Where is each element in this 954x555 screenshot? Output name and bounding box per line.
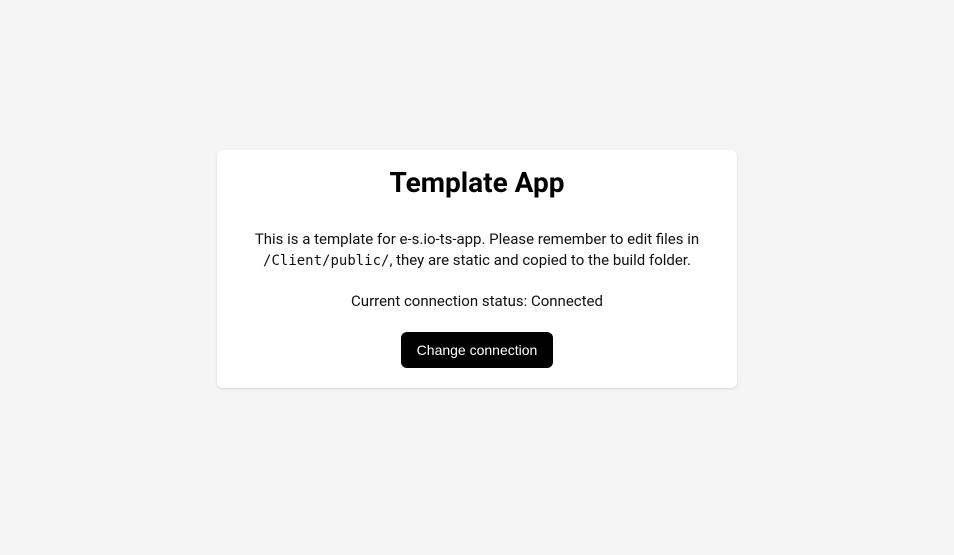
- description-code-path: /Client/public/: [263, 253, 389, 269]
- page-title: Template App: [237, 166, 717, 199]
- connection-status: Current connection status: Connected: [237, 292, 717, 310]
- status-value: Connected: [531, 292, 603, 310]
- main-card: Template App This is a template for e-s.…: [217, 150, 737, 388]
- description-post: , they are static and copied to the buil…: [389, 251, 690, 269]
- status-label: Current connection status:: [351, 292, 531, 310]
- change-connection-button[interactable]: Change connection: [401, 332, 554, 368]
- description-pre: This is a template for e-s.io-ts-app. Pl…: [255, 230, 699, 248]
- description-text: This is a template for e-s.io-ts-app. Pl…: [237, 229, 717, 272]
